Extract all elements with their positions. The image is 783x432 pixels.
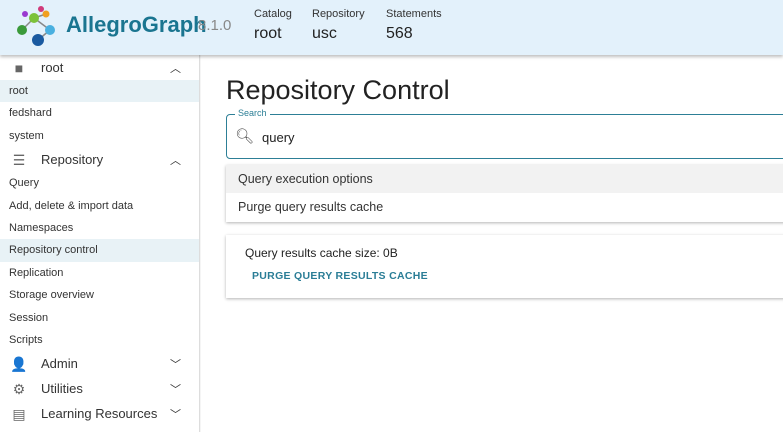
statements-info: Statements 568 — [386, 8, 442, 43]
sidebar-group-learning-resources[interactable]: ▤ Learning Resources ﹀ — [0, 401, 199, 426]
search-input[interactable]: Search 🔍︎ query — [226, 108, 783, 159]
sidebar-item-system[interactable]: system — [0, 125, 199, 147]
chevron-up-icon: ︿ — [170, 154, 181, 167]
group-label: Admin — [41, 356, 78, 372]
option-purge-query-results-cache[interactable]: Purge query results cache — [226, 193, 783, 221]
catalog-label: Catalog — [254, 8, 292, 20]
group-label: Utilities — [41, 381, 83, 397]
search-label: Search — [235, 108, 270, 118]
purge-cache-button[interactable]: PURGE QUERY RESULTS CACHE — [252, 270, 428, 282]
sidebar-item-fedshard[interactable]: fedshard — [0, 102, 199, 124]
search-results-dropdown: Query execution options Purge query resu… — [226, 165, 783, 222]
list-icon: ☰ — [12, 151, 26, 168]
sidebar-item-replication[interactable]: Replication — [0, 262, 199, 284]
sidebar-item-add-delete-import[interactable]: Add, delete & import data — [0, 195, 199, 217]
repository-value: usc — [312, 25, 337, 42]
sidebar-group-utilities[interactable]: ⚙ Utilities ﹀ — [0, 376, 199, 401]
version: 8.1.0 — [198, 17, 232, 34]
search-value[interactable]: query — [262, 130, 295, 145]
sidebar-item-query[interactable]: Query — [0, 172, 199, 194]
catalog-value: root — [254, 25, 282, 42]
chevron-up-icon: ︿ — [170, 62, 181, 75]
sidebar-item-session[interactable]: Session — [0, 307, 199, 329]
user-gear-icon: 👤 — [10, 355, 28, 372]
main-content: Repository Control Search 🔍︎ query Query… — [201, 55, 783, 432]
allegrograph-logo — [17, 6, 55, 46]
group-label: root — [41, 60, 64, 75]
sidebar-item-scripts[interactable]: Scripts — [0, 329, 199, 351]
cache-card: Query results cache size: 0B PURGE QUERY… — [226, 235, 783, 298]
chevron-down-icon: ﹀ — [170, 358, 181, 371]
sidebar-item-repository-control[interactable]: Repository control — [0, 239, 199, 262]
cache-size-text: Query results cache size: 0B — [245, 246, 398, 260]
search-icon: 🔍︎ — [235, 128, 255, 145]
sidebar-item-root[interactable]: root — [0, 80, 199, 103]
sidebar-group-admin[interactable]: 👤 Admin ﹀ — [0, 351, 199, 376]
book-icon: ▤ — [12, 405, 26, 422]
sidebar-item-namespaces[interactable]: Namespaces — [0, 217, 199, 239]
gear-icon: ⚙ — [12, 380, 26, 397]
sidebar-group-repository[interactable]: ☰ Repository ︿ — [0, 147, 199, 172]
chevron-down-icon: ﹀ — [170, 383, 181, 396]
folder-icon: ■ — [14, 59, 24, 76]
statements-label: Statements — [386, 8, 442, 20]
catalog-info: Catalog root — [254, 8, 292, 43]
page-title: Repository Control — [226, 75, 450, 105]
chevron-down-icon: ﹀ — [170, 408, 181, 421]
option-query-execution-options[interactable]: Query execution options — [226, 165, 783, 193]
sidebar-group-catalog[interactable]: ■ root ︿ — [0, 55, 199, 80]
group-label: Learning Resources — [41, 406, 158, 422]
brand-name: AllegroGraph — [66, 12, 207, 37]
sidebar: ■ root ︿ root fedshard system ☰ Repository ︿… — [0, 55, 200, 432]
repository-info: Repository usc — [312, 8, 365, 43]
statements-value: 568 — [386, 25, 413, 42]
repository-label: Repository — [312, 8, 365, 20]
sidebar-item-storage-overview[interactable]: Storage overview — [0, 284, 199, 306]
group-label: Repository — [41, 152, 104, 168]
app-header: AllegroGraph 8.1.0 Catalog root Repositor… — [0, 0, 783, 55]
